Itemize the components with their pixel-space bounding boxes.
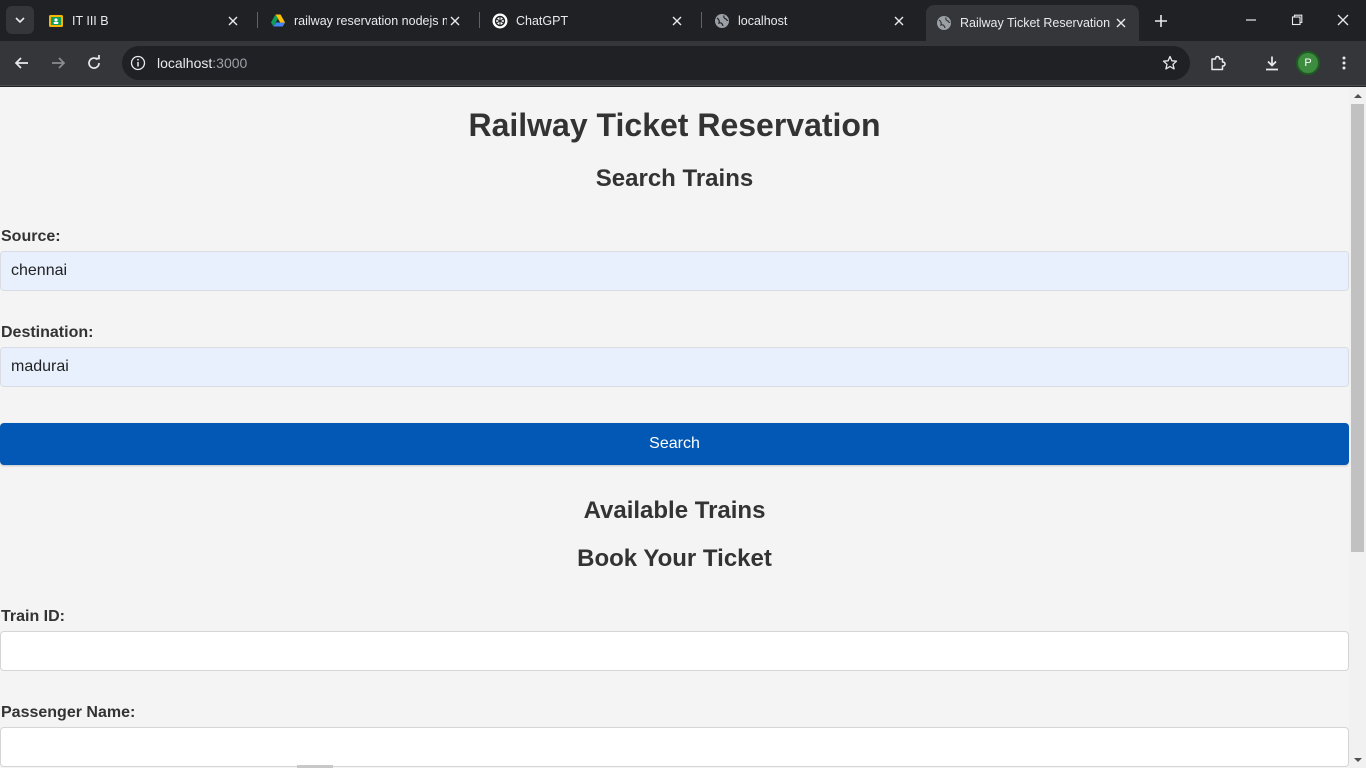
tab-separator (257, 12, 258, 28)
restore-icon (1291, 14, 1303, 26)
url-host: localhost (157, 55, 213, 71)
browser-menu-button[interactable] (1330, 49, 1358, 77)
tab-title: localhost (738, 13, 788, 28)
chatgpt-icon (492, 13, 508, 29)
close-window-button[interactable] (1320, 0, 1366, 40)
tab-title: railway reservation nodejs m (294, 13, 447, 28)
tab-railway-ticket-reservation[interactable]: Railway Ticket Reservation (926, 5, 1139, 41)
tab-title: ChatGPT (516, 13, 569, 28)
site-info-icon[interactable] (128, 53, 148, 73)
reload-button[interactable] (80, 49, 108, 77)
train-id-input[interactable] (0, 631, 1349, 671)
plus-icon (1155, 15, 1167, 27)
new-tab-button[interactable] (1148, 8, 1174, 34)
close-icon[interactable] (225, 13, 241, 29)
minimize-icon (1246, 19, 1256, 21)
source-input[interactable] (0, 251, 1349, 291)
browser-toolbar: localhost:3000 P (0, 41, 1366, 86)
downloads-button[interactable] (1258, 49, 1286, 77)
tab-title: IT III B (72, 13, 109, 28)
page-viewport: Railway Ticket Reservation Search Trains… (0, 87, 1366, 768)
profile-initial: P (1304, 57, 1312, 69)
scrollbar-thumb[interactable] (1351, 104, 1364, 552)
train-id-label: Train ID: (1, 608, 66, 625)
puzzle-icon (1211, 55, 1226, 71)
profile-avatar[interactable]: P (1296, 51, 1320, 75)
back-button[interactable] (8, 49, 36, 77)
passenger-name-label: Passenger Name: (1, 704, 136, 721)
url-text: localhost:3000 (157, 55, 247, 71)
scroll-down-arrow-icon[interactable] (1349, 751, 1366, 768)
url-port: :3000 (212, 55, 248, 71)
arrow-left-icon (14, 57, 28, 69)
tab-localhost[interactable]: localhost (704, 7, 917, 34)
close-icon (1337, 14, 1349, 26)
restore-button[interactable] (1274, 0, 1320, 40)
search-trains-heading: Search Trains (595, 165, 754, 192)
extensions-button[interactable] (1204, 49, 1232, 77)
vertical-scrollbar[interactable] (1349, 87, 1366, 768)
google-classroom-icon (48, 13, 64, 29)
close-icon[interactable] (669, 13, 685, 29)
chevron-down-icon (15, 17, 25, 24)
forward-button[interactable] (44, 49, 72, 77)
source-label: Source: (1, 228, 61, 245)
minimize-button[interactable] (1228, 0, 1274, 40)
page-title: Railway Ticket Reservation (468, 107, 881, 143)
tab-separator (479, 12, 480, 28)
available-trains-heading: Available Trains (583, 497, 766, 524)
bookmark-star-icon[interactable] (1160, 53, 1180, 73)
scroll-up-arrow-icon[interactable] (1349, 87, 1366, 104)
passenger-name-input[interactable] (0, 727, 1349, 767)
close-icon[interactable] (891, 13, 907, 29)
tab-railway-search[interactable]: railway reservation nodejs m (260, 7, 473, 34)
tab-strip: IT III B railway reservation nodejs m Ch… (0, 0, 1366, 41)
destination-input[interactable] (0, 347, 1349, 387)
destination-label: Destination: (1, 324, 94, 341)
download-icon (1266, 56, 1278, 71)
book-ticket-heading: Book Your Ticket (577, 545, 772, 572)
tab-title: Railway Ticket Reservation (960, 16, 1111, 30)
tab-separator (701, 12, 702, 28)
close-icon[interactable] (447, 13, 463, 29)
tab-chatgpt[interactable]: ChatGPT (482, 7, 695, 34)
tab-search-button[interactable] (6, 6, 34, 34)
google-drive-icon (270, 13, 286, 29)
tab-it-iii-b[interactable]: IT III B (38, 7, 251, 34)
search-button[interactable]: Search (0, 423, 1349, 465)
globe-icon (936, 15, 952, 31)
reload-icon (88, 55, 100, 69)
address-bar[interactable]: localhost:3000 (122, 46, 1190, 80)
arrow-right-icon (52, 57, 66, 69)
more-vertical-icon (1342, 56, 1346, 70)
globe-icon (714, 13, 730, 29)
close-icon[interactable] (1113, 15, 1129, 31)
